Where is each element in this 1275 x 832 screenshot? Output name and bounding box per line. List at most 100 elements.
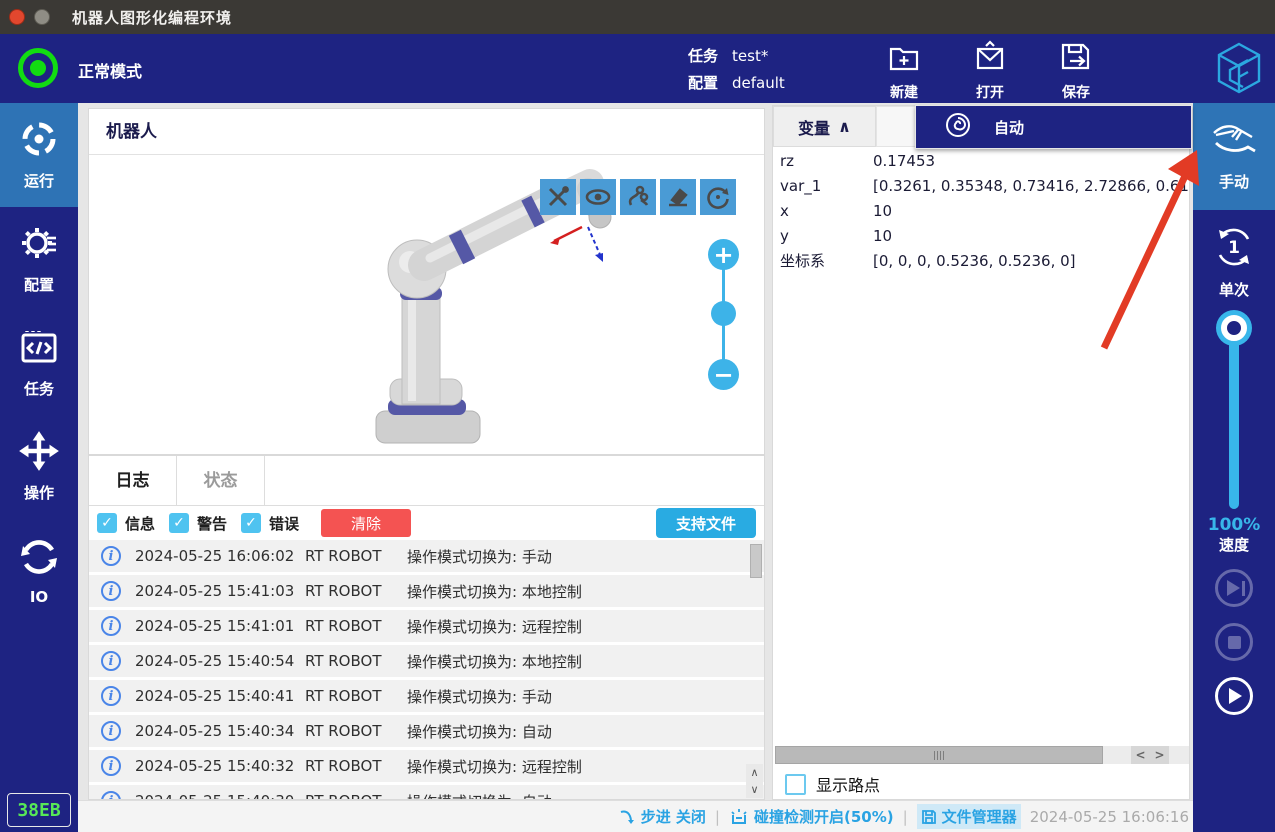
scroll-left-button[interactable]: < (1131, 746, 1150, 764)
log-message: 操作模式切换为: 本地控制 (407, 581, 764, 602)
task-config-block: 任务 test* 配置 default (688, 42, 785, 96)
info-icon: i (101, 791, 121, 800)
save-button[interactable]: 保存 (1050, 40, 1102, 102)
stop-button[interactable] (1215, 623, 1253, 661)
log-entry[interactable]: i 2024-05-25 16:06:02 RT ROBOT 操作模式切换为: … (89, 540, 764, 572)
sidebar-item-config[interactable]: 配置 (0, 207, 78, 311)
status-timestamp: 2024-05-25 16:06:16 (1030, 808, 1189, 826)
log-entry[interactable]: i 2024-05-25 15:41:03 RT ROBOT 操作模式切换为: … (89, 575, 764, 607)
info-checkbox[interactable]: ✓ (97, 513, 117, 533)
config-value: default (732, 74, 785, 92)
info-icon: i (101, 721, 121, 741)
log-entry[interactable]: i 2024-05-25 15:40:54 RT ROBOT 操作模式切换为: … (89, 645, 764, 677)
robot-panel: 机器人 (88, 108, 765, 455)
zoom-in-button[interactable]: + (708, 239, 739, 270)
sidebar-item-task[interactable]: 任务 (0, 311, 78, 415)
warning-checkbox[interactable]: ✓ (169, 513, 189, 533)
open-button[interactable]: 打开 (964, 40, 1016, 102)
open-button-label: 打开 (976, 82, 1004, 102)
status-divider: | (903, 808, 908, 826)
step-forward-button[interactable] (1215, 569, 1253, 607)
tab-status[interactable]: 状态 (177, 456, 265, 505)
sidebar-item-operate[interactable]: 操作 (0, 415, 78, 519)
log-time: 2024-05-25 15:41:01 (135, 617, 305, 635)
log-entry[interactable]: i 2024-05-25 15:41:01 RT ROBOT 操作模式切换为: … (89, 610, 764, 642)
log-time: 2024-05-25 15:40:32 (135, 757, 305, 775)
config-label: 配置 (688, 72, 718, 93)
log-entry[interactable]: i 2024-05-25 15:40:41 RT ROBOT 操作模式切换为: … (89, 680, 764, 712)
variable-row[interactable]: x 10 (773, 198, 1189, 223)
log-tabs: 日志 状态 (89, 456, 764, 506)
log-message: 操作模式切换为: 自动 (407, 721, 764, 742)
status-bar: 步进 关闭 | 碰撞检测开启(50%) | 文件管理器 2024-05-25 1… (78, 800, 1193, 832)
info-icon: i (101, 651, 121, 671)
sidebar-item-io[interactable]: IO (0, 519, 78, 623)
visibility-button[interactable] (580, 179, 616, 215)
variable-row[interactable]: var_1 [0.3261, 0.35348, 0.73416, 2.72866… (773, 173, 1189, 198)
log-entry[interactable]: i 2024-05-25 15:40:34 RT ROBOT 操作模式切换为: … (89, 715, 764, 747)
play-button[interactable] (1215, 677, 1253, 715)
log-entry[interactable]: i 2024-05-25 15:40:32 RT ROBOT 操作模式切换为: … (89, 750, 764, 782)
new-button[interactable]: 新建 (878, 40, 930, 102)
error-checkbox[interactable]: ✓ (241, 513, 261, 533)
speed-slider-track[interactable] (1229, 337, 1239, 509)
step-mode-toggle[interactable]: 步进 关闭 (619, 806, 706, 827)
manual-mode-label: 手动 (1219, 171, 1249, 192)
clear-button[interactable]: 清除 (321, 509, 411, 537)
scroll-down-button[interactable]: ∨ (746, 781, 763, 798)
eraser-button[interactable] (660, 179, 696, 215)
tab-variables[interactable]: 变量 ∧ (773, 106, 876, 147)
log-scroll-buttons: ∧ ∨ (746, 764, 763, 798)
collision-label: 碰撞检测开启(50%) (754, 806, 894, 827)
status-divider: | (715, 808, 720, 826)
support-files-button[interactable]: 支持文件 (656, 508, 756, 538)
io-cycle-icon (19, 537, 59, 581)
file-manager-button[interactable]: 文件管理器 (917, 804, 1021, 829)
variable-value: 10 (873, 227, 1189, 245)
tab-log[interactable]: 日志 (89, 456, 177, 505)
collision-detection-toggle[interactable]: 碰撞检测开启(50%) (729, 806, 894, 827)
single-run-button[interactable]: 1 单次 (1193, 210, 1275, 315)
move-arrows-icon (19, 431, 59, 475)
rotate-view-button[interactable] (700, 179, 736, 215)
collision-icon (729, 808, 749, 826)
path-button[interactable] (620, 179, 656, 215)
log-source: RT ROBOT (305, 792, 407, 800)
zoom-out-button[interactable]: − (708, 359, 739, 390)
variable-row[interactable]: 坐标系 [0, 0, 0, 0.5236, 0.5236, 0] (773, 248, 1189, 273)
horizontal-scrollbar-thumb[interactable] (775, 746, 1103, 764)
show-waypoints-label: 显示路点 (816, 772, 880, 796)
left-sidebar: 运行 配置 任务 (0, 103, 78, 832)
main-area: 机器人 (78, 103, 1193, 832)
variable-row[interactable]: rz 0.17453 (773, 148, 1189, 173)
transport-controls (1193, 569, 1275, 715)
window-minimize-button[interactable] (34, 9, 50, 25)
variable-name: 坐标系 (773, 250, 873, 271)
view-toolbar (540, 179, 736, 215)
sidebar-item-run[interactable]: 运行 (0, 103, 78, 207)
new-folder-icon (886, 40, 922, 80)
scroll-up-button[interactable]: ∧ (746, 764, 763, 781)
variable-row[interactable]: y 10 (773, 223, 1189, 248)
right-sidebar: 手动 1 单次 100% 速度 (1193, 103, 1275, 832)
tools-button[interactable] (540, 179, 576, 215)
sidebar-item-config-label: 配置 (24, 274, 54, 295)
variable-value: [0.3261, 0.35348, 0.73416, 2.72866, 0.61… (873, 177, 1189, 195)
mode-dropdown: 自动 (915, 105, 1192, 149)
manual-mode-button[interactable]: 手动 (1193, 103, 1275, 210)
header-bar: 正常模式 任务 test* 配置 default 新建 打开 (0, 34, 1275, 103)
log-entry[interactable]: i 2024-05-25 15:40:30 RT ROBOT 操作模式切换为: … (89, 785, 764, 800)
zoom-slider-thumb[interactable] (711, 301, 736, 326)
log-scrollbar-thumb[interactable] (750, 544, 762, 578)
show-waypoints-row: 显示路点 (785, 772, 880, 796)
save-button-label: 保存 (1062, 82, 1090, 102)
save-floppy-icon (1058, 40, 1094, 80)
scroll-right-button[interactable]: > (1150, 746, 1169, 764)
log-message: 操作模式切换为: 远程控制 (407, 616, 764, 637)
speed-slider-thumb[interactable] (1221, 315, 1247, 341)
show-waypoints-checkbox[interactable] (785, 774, 806, 795)
log-message: 操作模式切换为: 自动 (407, 791, 764, 801)
window-close-button[interactable] (9, 9, 25, 25)
auto-mode-menu-item[interactable]: 自动 (994, 117, 1024, 138)
file-manager-icon (921, 809, 937, 825)
